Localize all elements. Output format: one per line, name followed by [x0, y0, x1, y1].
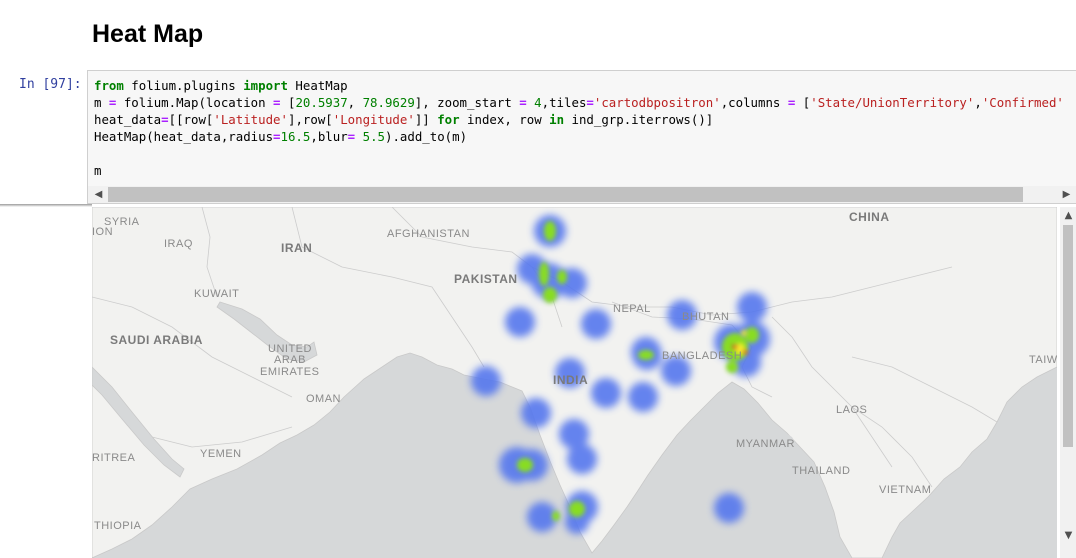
code-token: import [243, 78, 288, 93]
label-kuwait: KUWAIT [194, 288, 239, 300]
cell-prompt: In [97]: [19, 77, 82, 92]
label-bangladesh: BANGLADESH [662, 350, 742, 362]
label-iran: IRAN [281, 241, 312, 255]
heat-map[interactable]: SYRIA ION IRAQ IRAN AFGHANISTAN CHINA PA… [92, 207, 1057, 558]
label-india: INDIA [553, 373, 588, 387]
section-heading: Heat Map [92, 20, 204, 48]
label-bhutan: BHUTAN [682, 311, 729, 323]
code-token: = [273, 95, 281, 110]
label-china: CHINA [849, 210, 890, 224]
code-token: 4 [534, 95, 542, 110]
code-line-3: heat_data=[[row['Latitude'],row['Longitu… [94, 112, 714, 127]
code-line-4: HeatMap(heat_data,radius=16.5,blur= 5.5)… [94, 129, 468, 144]
horizontal-scroll-thumb[interactable] [108, 187, 1023, 202]
code-token: = [108, 95, 117, 110]
code-token: 'Confirmed' [981, 95, 1064, 110]
label-pakistan: PAKISTAN [454, 272, 518, 286]
code-token: in [549, 112, 565, 127]
scroll-down-icon[interactable]: ▼ [1060, 527, 1076, 544]
code-token: = [519, 95, 527, 110]
code-token: = [586, 95, 594, 110]
label-yemen: YEMEN [200, 448, 242, 460]
scroll-right-icon[interactable]: ▶ [1058, 186, 1075, 203]
label-eritrea: RITREA [92, 452, 136, 464]
code-token: 'State/UnionTerritory' [810, 95, 975, 110]
label-myanmar: MYANMAR [736, 438, 795, 450]
code-editor[interactable]: from folium.plugins import HeatMap m = f… [94, 77, 1064, 179]
code-token: 5.5 [362, 129, 385, 144]
map-canvas[interactable]: SYRIA ION IRAQ IRAN AFGHANISTAN CHINA PA… [92, 207, 1057, 558]
code-line-1: from folium.plugins import HeatMap [94, 78, 348, 93]
code-token: = [787, 95, 796, 110]
code-token: 78.9629 [362, 95, 415, 110]
code-token: for [437, 112, 460, 127]
label-taiwan: TAIW [1029, 354, 1057, 366]
code-line-2: m = folium.Map(location = [20.5937, 78.9… [94, 95, 1064, 110]
label-saudi-arabia: SAUDI ARABIA [110, 333, 203, 347]
code-cell[interactable]: from folium.plugins import HeatMap m = f… [87, 70, 1076, 204]
code-token: = [273, 129, 281, 144]
code-token: from [94, 78, 124, 93]
code-token: 20.5937 [295, 95, 348, 110]
scroll-up-icon[interactable]: ▲ [1060, 207, 1076, 224]
scroll-left-icon[interactable]: ◀ [90, 186, 107, 203]
label-vietnam: VIETNAM [879, 484, 931, 496]
code-token: = [161, 112, 169, 127]
code-token: 'Longitude' [332, 112, 415, 127]
code-token: = [347, 129, 356, 144]
label-ethiopia: THIOPIA [94, 520, 142, 532]
horizontal-scrollbar[interactable]: ◀ ▶ [88, 186, 1076, 203]
vertical-scroll-thumb[interactable] [1063, 225, 1073, 447]
label-lebanon: ION [92, 226, 113, 238]
label-thailand: THAILAND [792, 465, 850, 477]
label-uae-3: EMIRATES [260, 366, 319, 378]
code-token: 16.5 [280, 129, 311, 144]
code-token: 'Latitude' [213, 112, 288, 127]
label-uae-2: ARAB [274, 354, 306, 366]
code-token: 'cartodbpositron' [593, 95, 721, 110]
code-line-6: m [94, 163, 102, 178]
label-iraq: IRAQ [164, 238, 193, 250]
vertical-scrollbar[interactable]: ▲ ▼ [1060, 207, 1076, 558]
label-nepal: NEPAL [613, 303, 651, 315]
label-laos: LAOS [836, 404, 867, 416]
label-afghanistan: AFGHANISTAN [387, 228, 470, 240]
output-divider [0, 204, 92, 207]
label-oman: OMAN [306, 393, 341, 405]
